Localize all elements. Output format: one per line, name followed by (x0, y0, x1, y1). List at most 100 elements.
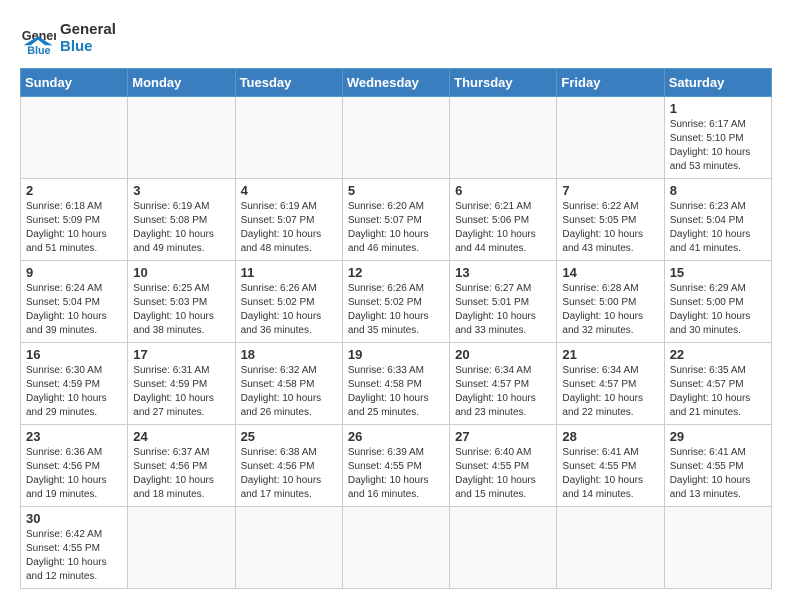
calendar-cell: 4 Sunrise: 6:19 AM Sunset: 5:07 PM Daylig… (235, 179, 342, 261)
day-info: Sunrise: 6:18 AM Sunset: 5:09 PM Dayligh… (26, 200, 122, 256)
day-info: Sunrise: 6:19 AM Sunset: 5:07 PM Dayligh… (241, 200, 337, 256)
calendar-cell: 24Sunrise: 6:37 AM Sunset: 4:56 PM Dayli… (128, 425, 235, 507)
day-info: Sunrise: 6:41 AM Sunset: 4:55 PM Dayligh… (670, 446, 766, 502)
calendar-cell: 13 Sunrise: 6:27 AM Sunset: 5:01 PM Dayli… (450, 261, 557, 343)
day-number: 8 (670, 183, 766, 198)
day-number: 29 (670, 429, 766, 444)
calendar-cell (235, 507, 342, 589)
logo: General Blue General Blue (20, 20, 116, 56)
calendar-cell (450, 97, 557, 179)
day-number: 30 (26, 511, 122, 526)
day-info: Sunrise: 6:39 AM Sunset: 4:55 PM Dayligh… (348, 446, 444, 502)
day-number: 23 (26, 429, 122, 444)
day-number: 4 (241, 183, 337, 198)
day-info: Sunrise: 6:32 AM Sunset: 4:58 PM Dayligh… (241, 364, 337, 420)
calendar-cell: 29 Sunrise: 6:41 AM Sunset: 4:55 PM Dayli… (664, 425, 771, 507)
day-info: Sunrise: 6:41 AM Sunset: 4:55 PM Dayligh… (562, 446, 658, 502)
day-info: Sunrise: 6:35 AM Sunset: 4:57 PM Dayligh… (670, 364, 766, 420)
calendar-week-row: 2 Sunrise: 6:18 AM Sunset: 5:09 PM Daylig… (21, 179, 772, 261)
day-number: 9 (26, 265, 122, 280)
day-info: Sunrise: 6:34 AM Sunset: 4:57 PM Dayligh… (562, 364, 658, 420)
day-number: 27 (455, 429, 551, 444)
calendar-cell: 27 Sunrise: 6:40 AM Sunset: 4:55 PM Dayli… (450, 425, 557, 507)
calendar-cell: 17Sunrise: 6:31 AM Sunset: 4:59 PM Dayli… (128, 343, 235, 425)
calendar-cell: 28 Sunrise: 6:41 AM Sunset: 4:55 PM Dayli… (557, 425, 664, 507)
day-info: Sunrise: 6:28 AM Sunset: 5:00 PM Dayligh… (562, 282, 658, 338)
calendar-cell (557, 507, 664, 589)
calendar-header-row: SundayMondayTuesdayWednesdayThursdayFrid… (21, 69, 772, 97)
day-info: Sunrise: 6:26 AM Sunset: 5:02 PM Dayligh… (348, 282, 444, 338)
day-number: 7 (562, 183, 658, 198)
day-number: 20 (455, 347, 551, 362)
calendar-week-row: 16 Sunrise: 6:30 AM Sunset: 4:59 PM Dayli… (21, 343, 772, 425)
day-number: 1 (670, 101, 766, 116)
calendar-week-row: 1 Sunrise: 6:17 AM Sunset: 5:10 PM Daylig… (21, 97, 772, 179)
calendar-week-row: 30Sunrise: 6:42 AM Sunset: 4:55 PM Dayli… (21, 507, 772, 589)
logo-blue-text: Blue (60, 38, 116, 55)
day-info: Sunrise: 6:24 AM Sunset: 5:04 PM Dayligh… (26, 282, 122, 338)
calendar-cell: 3 Sunrise: 6:19 AM Sunset: 5:08 PM Daylig… (128, 179, 235, 261)
calendar-cell: 25Sunrise: 6:38 AM Sunset: 4:56 PM Dayli… (235, 425, 342, 507)
day-number: 18 (241, 347, 337, 362)
svg-text:Blue: Blue (27, 45, 50, 56)
day-number: 12 (348, 265, 444, 280)
day-number: 28 (562, 429, 658, 444)
day-number: 26 (348, 429, 444, 444)
day-number: 16 (26, 347, 122, 362)
calendar-cell (128, 507, 235, 589)
calendar-cell: 10Sunrise: 6:25 AM Sunset: 5:03 PM Dayli… (128, 261, 235, 343)
calendar-cell: 30Sunrise: 6:42 AM Sunset: 4:55 PM Dayli… (21, 507, 128, 589)
calendar-cell: 2 Sunrise: 6:18 AM Sunset: 5:09 PM Daylig… (21, 179, 128, 261)
calendar-cell: 21 Sunrise: 6:34 AM Sunset: 4:57 PM Dayli… (557, 343, 664, 425)
calendar-cell (557, 97, 664, 179)
header: General Blue General Blue (20, 20, 772, 56)
day-number: 14 (562, 265, 658, 280)
day-number: 21 (562, 347, 658, 362)
day-number: 3 (133, 183, 229, 198)
day-number: 24 (133, 429, 229, 444)
calendar-cell: 12 Sunrise: 6:26 AM Sunset: 5:02 PM Dayli… (342, 261, 449, 343)
calendar-week-row: 23 Sunrise: 6:36 AM Sunset: 4:56 PM Dayli… (21, 425, 772, 507)
day-header-saturday: Saturday (664, 69, 771, 97)
day-number: 10 (133, 265, 229, 280)
day-number: 2 (26, 183, 122, 198)
day-info: Sunrise: 6:29 AM Sunset: 5:00 PM Dayligh… (670, 282, 766, 338)
day-header-thursday: Thursday (450, 69, 557, 97)
calendar-cell (664, 507, 771, 589)
day-info: Sunrise: 6:21 AM Sunset: 5:06 PM Dayligh… (455, 200, 551, 256)
day-info: Sunrise: 6:34 AM Sunset: 4:57 PM Dayligh… (455, 364, 551, 420)
calendar-cell: 18 Sunrise: 6:32 AM Sunset: 4:58 PM Dayli… (235, 343, 342, 425)
calendar-cell: 14 Sunrise: 6:28 AM Sunset: 5:00 PM Dayli… (557, 261, 664, 343)
day-info: Sunrise: 6:27 AM Sunset: 5:01 PM Dayligh… (455, 282, 551, 338)
day-info: Sunrise: 6:36 AM Sunset: 4:56 PM Dayligh… (26, 446, 122, 502)
calendar-cell: 22 Sunrise: 6:35 AM Sunset: 4:57 PM Dayli… (664, 343, 771, 425)
day-info: Sunrise: 6:30 AM Sunset: 4:59 PM Dayligh… (26, 364, 122, 420)
calendar-cell (21, 97, 128, 179)
day-number: 11 (241, 265, 337, 280)
calendar-cell: 23 Sunrise: 6:36 AM Sunset: 4:56 PM Dayli… (21, 425, 128, 507)
day-number: 22 (670, 347, 766, 362)
day-number: 6 (455, 183, 551, 198)
svg-text:General: General (22, 29, 56, 43)
day-info: Sunrise: 6:31 AM Sunset: 4:59 PM Dayligh… (133, 364, 229, 420)
day-header-wednesday: Wednesday (342, 69, 449, 97)
day-info: Sunrise: 6:17 AM Sunset: 5:10 PM Dayligh… (670, 118, 766, 174)
day-info: Sunrise: 6:23 AM Sunset: 5:04 PM Dayligh… (670, 200, 766, 256)
day-header-sunday: Sunday (21, 69, 128, 97)
calendar-cell (342, 97, 449, 179)
calendar-cell (235, 97, 342, 179)
day-header-monday: Monday (128, 69, 235, 97)
calendar-cell: 8 Sunrise: 6:23 AM Sunset: 5:04 PM Daylig… (664, 179, 771, 261)
calendar-cell: 26 Sunrise: 6:39 AM Sunset: 4:55 PM Dayli… (342, 425, 449, 507)
calendar-cell: 11Sunrise: 6:26 AM Sunset: 5:02 PM Dayli… (235, 261, 342, 343)
day-info: Sunrise: 6:20 AM Sunset: 5:07 PM Dayligh… (348, 200, 444, 256)
logo-general-text: General (60, 21, 116, 38)
calendar-cell: 15Sunrise: 6:29 AM Sunset: 5:00 PM Dayli… (664, 261, 771, 343)
day-info: Sunrise: 6:22 AM Sunset: 5:05 PM Dayligh… (562, 200, 658, 256)
calendar-cell: 5Sunrise: 6:20 AM Sunset: 5:07 PM Daylig… (342, 179, 449, 261)
day-number: 13 (455, 265, 551, 280)
day-info: Sunrise: 6:40 AM Sunset: 4:55 PM Dayligh… (455, 446, 551, 502)
day-info: Sunrise: 6:19 AM Sunset: 5:08 PM Dayligh… (133, 200, 229, 256)
calendar-cell: 7 Sunrise: 6:22 AM Sunset: 5:05 PM Daylig… (557, 179, 664, 261)
day-header-tuesday: Tuesday (235, 69, 342, 97)
